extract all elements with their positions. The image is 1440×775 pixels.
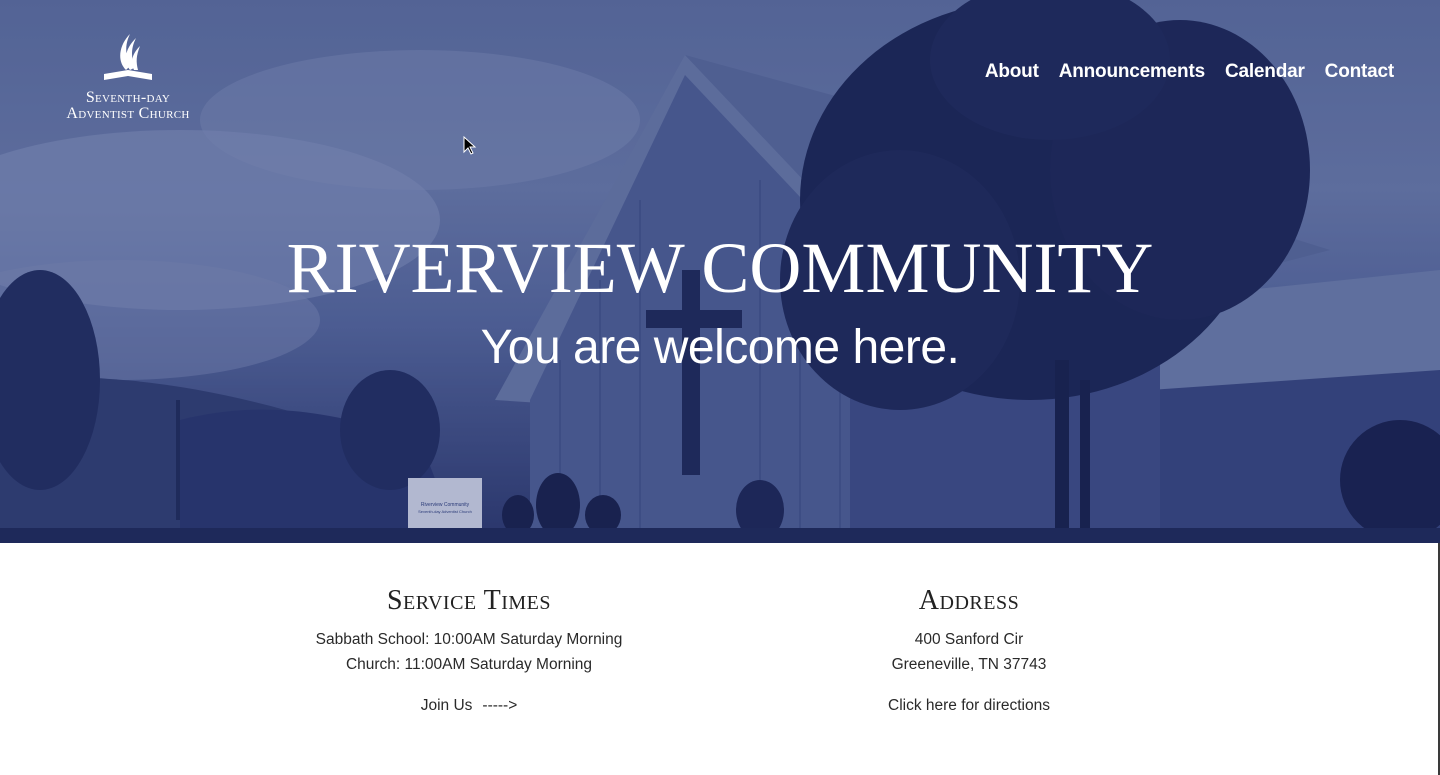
address-city: Greeneville, TN 37743	[891, 656, 1047, 673]
logo-line1: Seventh-day	[85, 89, 171, 106]
nav-about[interactable]: About	[985, 61, 1039, 83]
hero-subtitle: You are welcome here.	[480, 321, 960, 374]
nav-announcements[interactable]: Announcements	[1059, 61, 1205, 83]
join-us-link[interactable]: Join Us ----->	[421, 697, 518, 715]
join-us-label: Join Us	[420, 697, 473, 714]
main-nav: About Announcements Calendar Contact	[985, 61, 1394, 83]
service-line-church: Church: 11:00AM Saturday Morning	[345, 656, 593, 673]
address-heading: Address	[918, 585, 1020, 616]
logo-line2: Adventist Church	[66, 105, 190, 122]
sda-logo[interactable]: Seventh-day Adventist Church	[48, 30, 208, 130]
info-section: Service Times Sabbath School: 10:00AM Sa…	[0, 543, 1440, 775]
sda-emblem-icon	[104, 34, 152, 80]
service-times-block: Service Times Sabbath School: 10:00AM Sa…	[249, 585, 689, 715]
nav-calendar[interactable]: Calendar	[1225, 61, 1305, 83]
nav-contact[interactable]: Contact	[1325, 61, 1395, 83]
join-us-arrow: ----->	[482, 697, 518, 714]
hero-banner: Riverview Community Seventh-day Adventis…	[0, 0, 1440, 543]
hero-title: RIVERVIEW COMMUNITY	[286, 228, 1154, 308]
address-block: Address 400 Sanford Cir Greeneville, TN …	[749, 585, 1189, 715]
service-line-sabbath-school: Sabbath School: 10:00AM Saturday Morning	[315, 631, 623, 648]
service-times-heading: Service Times	[386, 585, 552, 616]
mouse-cursor-icon	[463, 136, 477, 155]
directions-link[interactable]: Click here for directions	[888, 697, 1050, 715]
address-street: 400 Sanford Cir	[914, 631, 1024, 648]
